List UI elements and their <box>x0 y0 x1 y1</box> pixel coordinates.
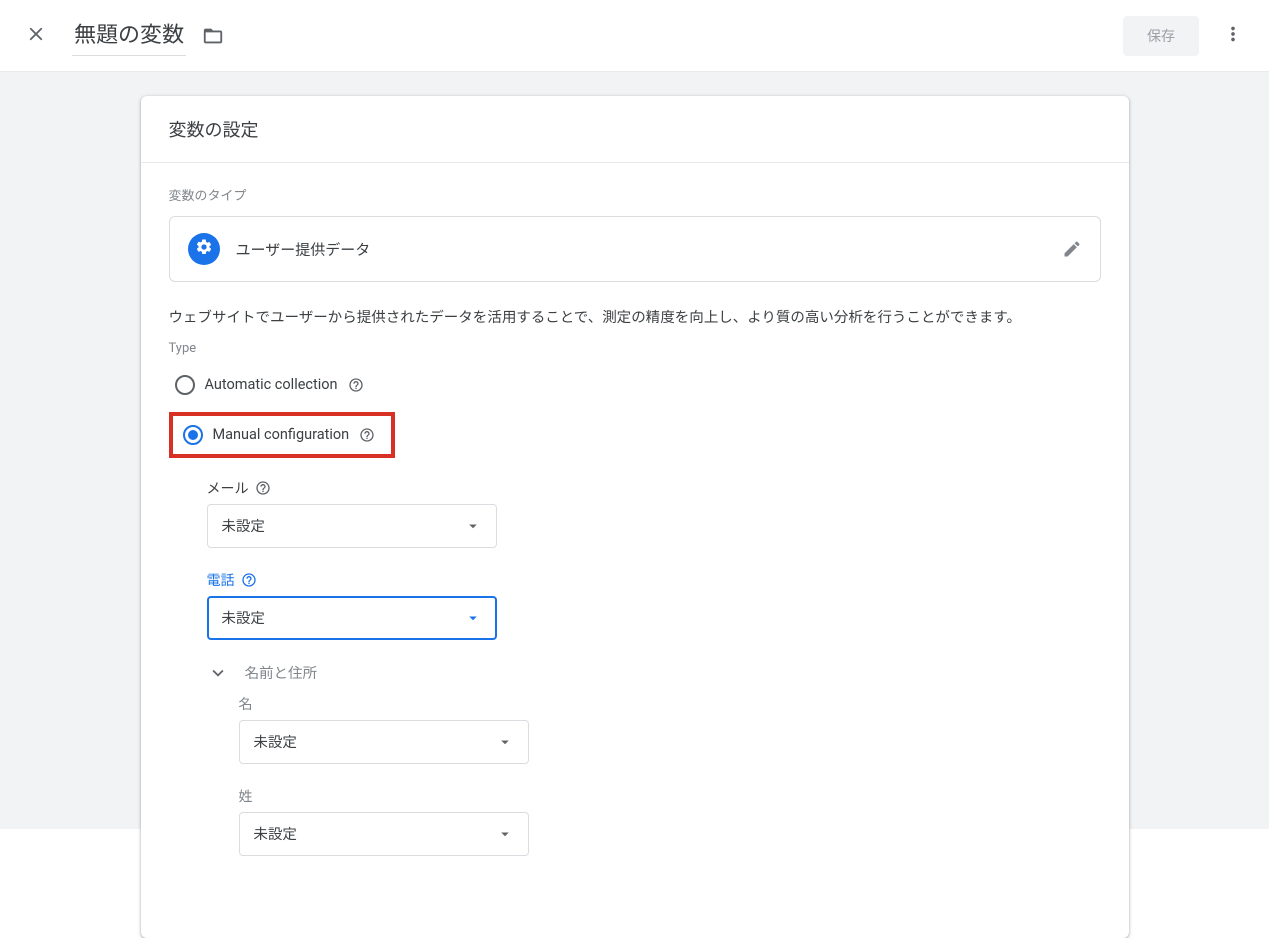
email-label-row: メール <box>207 478 1101 498</box>
title-wrapper: 無題の変数 <box>72 15 1123 56</box>
phone-label: 電話 <box>207 570 235 590</box>
radio-label-manual: Manual configuration <box>213 426 350 443</box>
highlight-box: Manual configuration <box>169 412 396 458</box>
radio-manual[interactable]: Manual configuration <box>177 420 382 450</box>
name-address-toggle[interactable]: 名前と住所 <box>207 662 1101 684</box>
email-select[interactable]: 未設定 <box>207 504 497 548</box>
header: 無題の変数 保存 <box>0 0 1269 72</box>
chevron-down-icon <box>464 517 482 535</box>
field-phone: 電話 未設定 <box>207 570 1101 640</box>
more-menu-button[interactable] <box>1209 12 1257 60</box>
card-body: 変数のタイプ ユーザー提供データ ウェブサイトでユーザーから提供されたデータを活… <box>141 163 1129 938</box>
radio-circle-checked-icon <box>183 425 203 445</box>
help-icon[interactable] <box>359 427 375 443</box>
phone-label-row: 電話 <box>207 570 1101 590</box>
chevron-down-icon <box>464 609 482 627</box>
radio-label-auto: Automatic collection <box>205 376 338 393</box>
close-button[interactable] <box>12 12 60 60</box>
var-type-label: 変数のタイプ <box>169 185 1101 204</box>
body-area: 変数の設定 変数のタイプ ユーザー提供データ ウェブサイトでユーザーから提供され… <box>0 72 1269 829</box>
field-lastname: 姓 未設定 <box>239 786 1101 856</box>
help-icon[interactable] <box>255 480 271 496</box>
save-button[interactable]: 保存 <box>1123 16 1199 56</box>
description-text: ウェブサイトでユーザーから提供されたデータを活用することで、測定の精度を向上し、… <box>169 306 1101 331</box>
chevron-down-icon <box>207 662 229 684</box>
firstname-label: 名 <box>239 694 1101 714</box>
field-firstname: 名 未設定 <box>239 694 1101 764</box>
fields-section: メール 未設定 電話 <box>207 478 1101 856</box>
name-addr-label: 名前と住所 <box>245 662 318 683</box>
variable-type-selector[interactable]: ユーザー提供データ <box>169 216 1101 282</box>
chevron-down-icon <box>496 825 514 843</box>
card-header: 変数の設定 <box>141 96 1129 163</box>
radio-automatic[interactable]: Automatic collection <box>169 370 370 400</box>
page-title[interactable]: 無題の変数 <box>72 15 186 56</box>
edit-icon[interactable] <box>1062 239 1082 259</box>
phone-value: 未設定 <box>222 607 266 628</box>
gear-icon <box>195 238 213 260</box>
firstname-select[interactable]: 未設定 <box>239 720 529 764</box>
phone-select[interactable]: 未設定 <box>207 596 497 640</box>
field-email: メール 未設定 <box>207 478 1101 548</box>
radio-group: Automatic collection Manual configuratio… <box>169 370 1101 458</box>
type-name: ユーザー提供データ <box>236 239 1046 260</box>
type-subtitle: Type <box>169 341 1101 356</box>
close-icon <box>25 23 47 48</box>
email-value: 未設定 <box>222 515 266 536</box>
firstname-value: 未設定 <box>254 731 298 752</box>
lastname-value: 未設定 <box>254 823 298 844</box>
help-icon[interactable] <box>241 572 257 588</box>
lastname-select[interactable]: 未設定 <box>239 812 529 856</box>
nested-fields: 名 未設定 姓 未設定 <box>239 694 1101 856</box>
settings-card: 変数の設定 変数のタイプ ユーザー提供データ ウェブサイトでユーザーから提供され… <box>141 96 1129 938</box>
more-vert-icon <box>1222 23 1244 48</box>
radio-dot <box>188 430 198 440</box>
help-icon[interactable] <box>348 377 364 393</box>
lastname-label: 姓 <box>239 786 1101 806</box>
radio-circle-icon <box>175 375 195 395</box>
chevron-down-icon <box>496 733 514 751</box>
email-label: メール <box>207 478 249 498</box>
card-title: 変数の設定 <box>169 116 1101 142</box>
folder-icon[interactable] <box>202 25 224 47</box>
gear-avatar <box>188 233 220 265</box>
